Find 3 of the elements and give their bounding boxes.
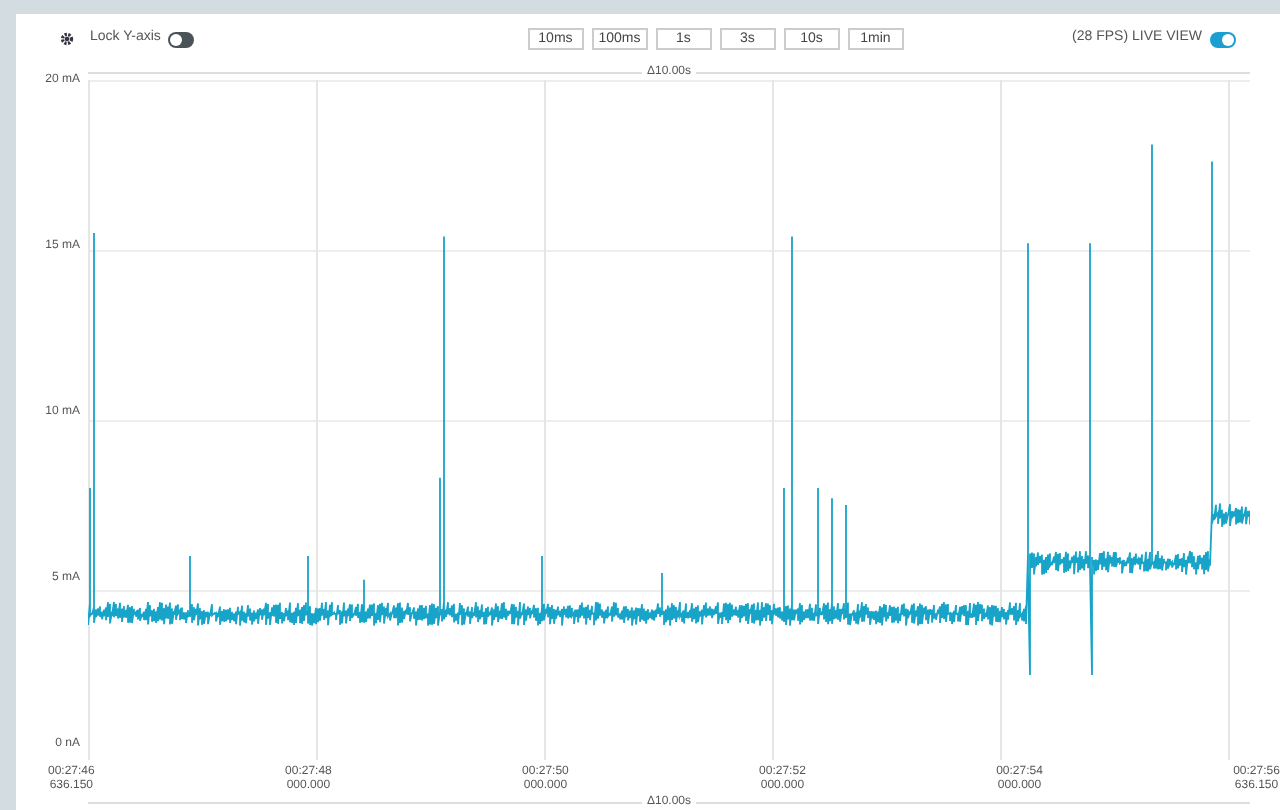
toggle-switch[interactable] xyxy=(168,31,195,47)
settings-icon[interactable] xyxy=(60,32,74,46)
toggle-switch[interactable] xyxy=(1210,31,1236,47)
